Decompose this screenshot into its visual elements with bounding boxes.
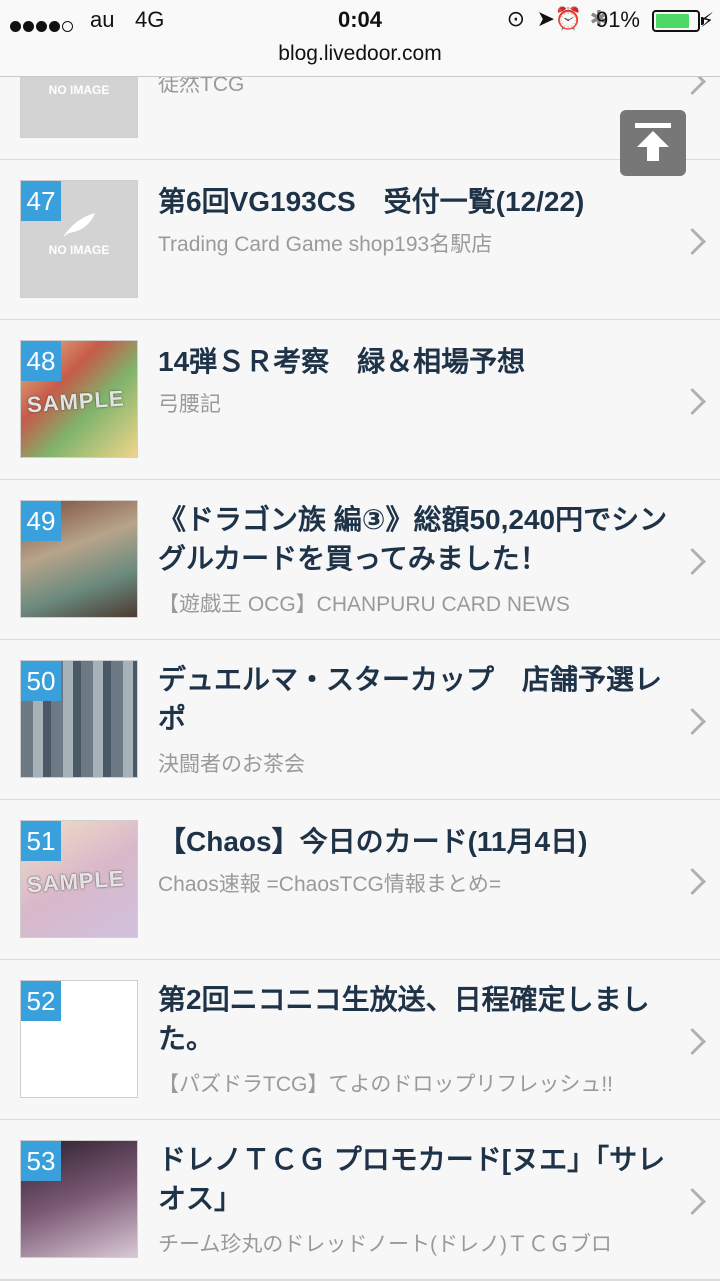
- blog-source: 決闘者のお茶会: [158, 753, 305, 776]
- blog-source: 【パズドラTCG】てよのドロップリフレッシュ!!: [158, 1073, 613, 1096]
- article-thumbnail: 48 SAMPLE: [20, 340, 138, 458]
- chevron-right-icon: [679, 388, 706, 415]
- article-title[interactable]: 第6回VG193CS 受付一覧(12/22): [158, 182, 668, 221]
- chevron-right-icon: [679, 868, 706, 895]
- article-title[interactable]: 《ドラゴン族 編③》総額50,240円でシングルカードを買ってみました！: [158, 500, 668, 578]
- article-thumbnail: 49: [20, 500, 138, 618]
- article-thumbnail: 50: [20, 660, 138, 778]
- article-thumbnail: 47 NO IMAGE: [20, 180, 138, 298]
- blog-source: 弓腰記: [158, 393, 221, 416]
- list-item[interactable]: 52 第2回ニコニコ生放送、日程確定しました。【パズドラTCG】てよのドロップリフ…: [0, 960, 720, 1121]
- status-bar: au 4G 0:04 ⊙ ➤ ⏰ ✱ 91% ⚡: [0, 0, 720, 40]
- no-image-label: NO IMAGE: [48, 83, 110, 97]
- rank-badge: 48: [21, 341, 61, 381]
- charging-bolt-icon: ⚡: [699, 10, 714, 32]
- list-item[interactable]: 47 NO IMAGE 第6回VG193CS 受付一覧(12/22) Trading …: [0, 160, 720, 321]
- rank-badge: 53: [21, 1141, 61, 1181]
- blog-source: Trading Card Game shop193名駅店: [158, 233, 493, 256]
- article-title[interactable]: 第2回ニコニコ生放送、日程確定しました。: [158, 980, 668, 1058]
- article-thumbnail: 52: [20, 980, 138, 1098]
- article-title[interactable]: デュエルマ・スターカップ 店舗予選レポ: [158, 660, 668, 738]
- location-arrow-icon: ➤: [536, 6, 555, 31]
- article-title[interactable]: 【Chaos】今日のカード(11月4日): [158, 822, 668, 861]
- blog-source: チーム珍丸のドレッドノート(ドレノ)ＴＣＧブロ: [158, 1233, 612, 1256]
- article-title[interactable]: 14弾ＳＲ考察 緑＆相場予想: [158, 342, 668, 381]
- list-item[interactable]: 51 SAMPLE 【Chaos】今日のカード(11月4日) Chaos速報 =Cha…: [0, 800, 720, 961]
- battery-icon: [652, 10, 704, 32]
- chevron-right-icon: [679, 548, 706, 575]
- article-title[interactable]: ドレノＴＣＧ プロモカード[ヌエ」「サレオス」: [158, 1140, 668, 1218]
- list-item[interactable]: 53 ドレノＴＣＧ プロモカード[ヌエ」「サレオス」チーム珍丸のドレッドノート(ド…: [0, 1120, 720, 1281]
- article-thumbnail: 51 SAMPLE: [20, 820, 138, 938]
- chevron-right-icon: [679, 1028, 706, 1055]
- rank-badge: 51: [21, 821, 61, 861]
- alarm-icon: ⏰: [554, 6, 582, 31]
- rank-badge: 52: [21, 981, 61, 1021]
- url-bar[interactable]: blog.livedoor.com: [0, 40, 720, 77]
- list-item[interactable]: 49 《ドラゴン族 編③》総額50,240円でシングルカードを買ってみました！ 【遊…: [0, 480, 720, 641]
- chevron-right-icon: [679, 228, 706, 255]
- list-item[interactable]: 48 SAMPLE 14弾ＳＲ考察 緑＆相場予想弓腰記: [0, 320, 720, 481]
- rank-badge: 50: [21, 661, 61, 701]
- article-thumbnail: 53: [20, 1140, 138, 1258]
- rotation-lock-icon: ⊙: [506, 6, 525, 31]
- blog-source: 【遊戯王 OCG】CHANPURU CARD NEWS: [158, 593, 570, 616]
- rank-badge: 49: [21, 501, 61, 541]
- blog-source: Chaos速報 =ChaosTCG情報まとめ=: [158, 873, 502, 896]
- list-item[interactable]: 50 デュエルマ・スターカップ 店舗予選レポ決闘者のお茶会: [0, 640, 720, 801]
- battery-percentage: 91%: [595, 7, 640, 32]
- chevron-right-icon: [679, 1188, 706, 1215]
- feather-icon: [63, 213, 95, 237]
- arrow-up-icon: [635, 123, 671, 161]
- sample-watermark: SAMPLE: [26, 385, 126, 418]
- sample-watermark: SAMPLE: [26, 865, 126, 898]
- chevron-right-icon: [679, 708, 706, 735]
- no-image-label: NO IMAGE: [48, 243, 110, 257]
- rank-badge: 47: [21, 181, 61, 221]
- scroll-to-top-button[interactable]: [620, 110, 686, 176]
